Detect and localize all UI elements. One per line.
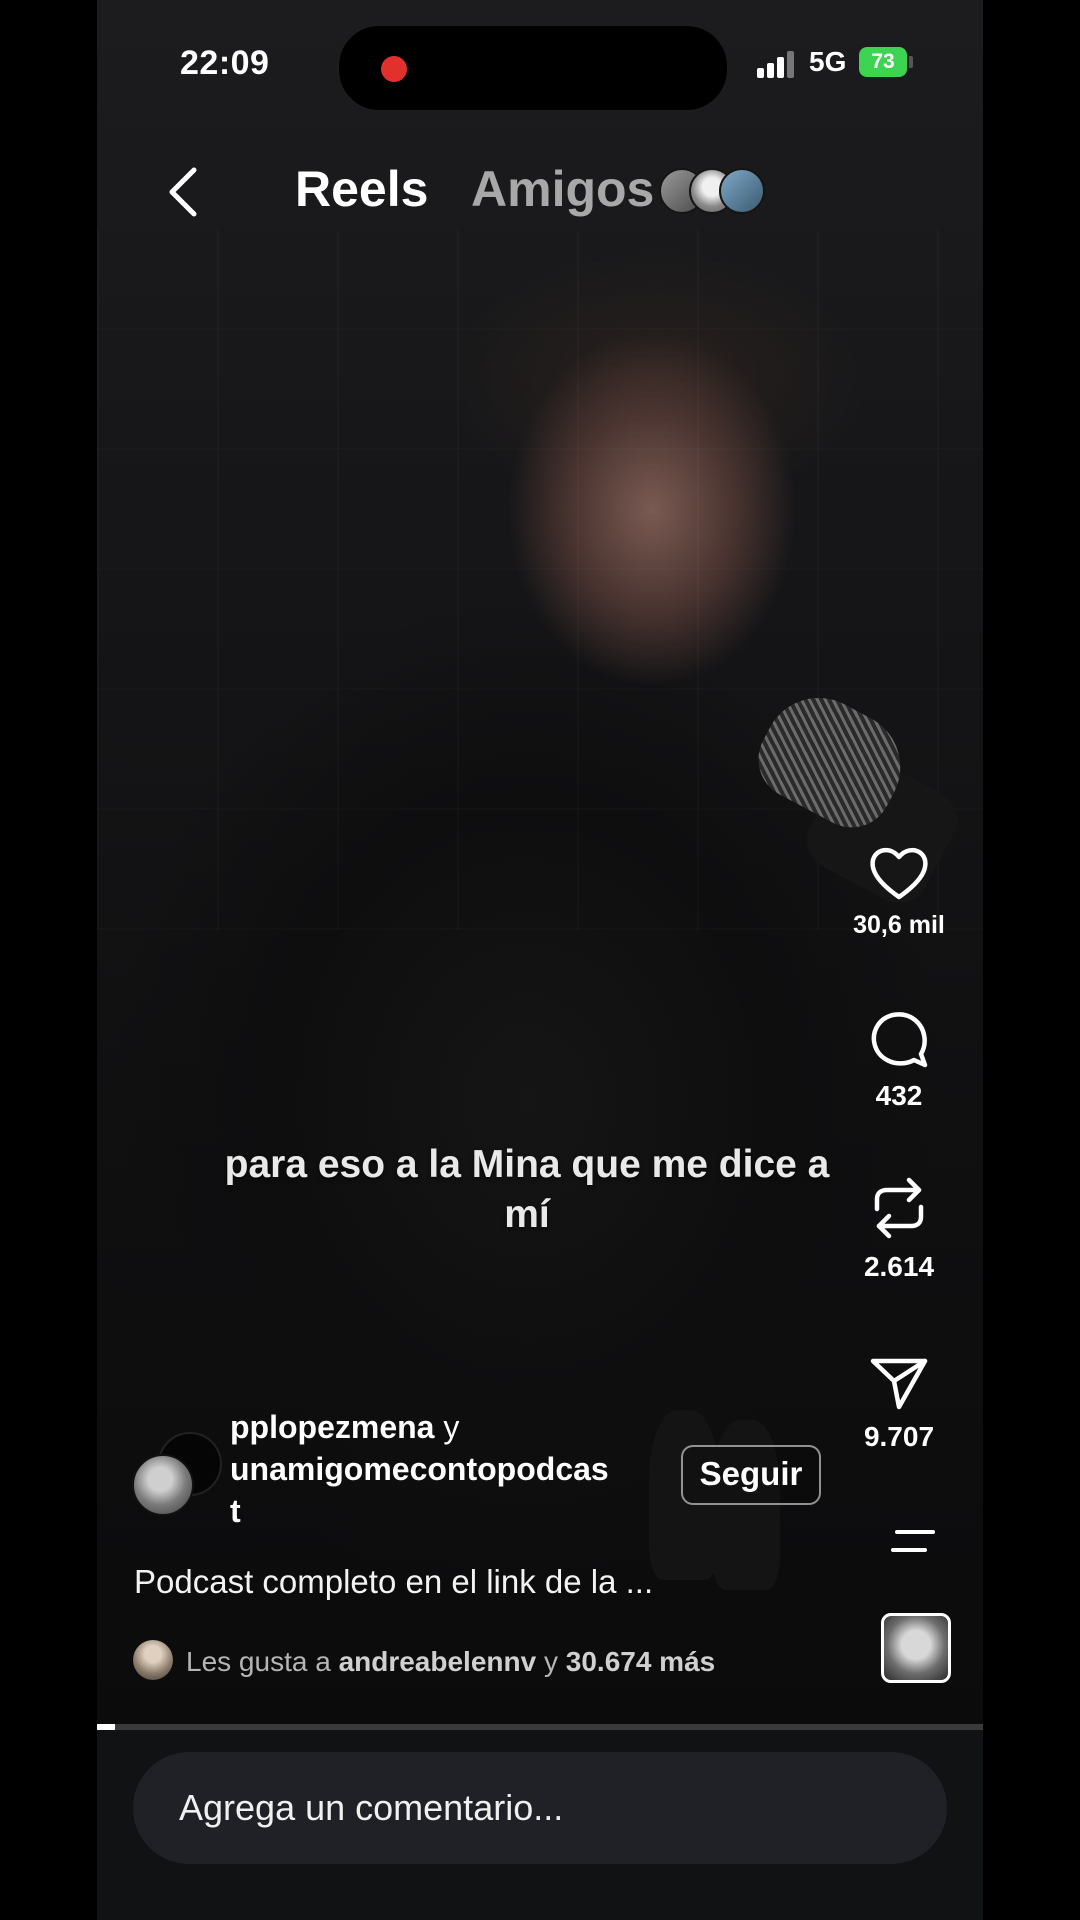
author-joiner: y: [443, 1409, 460, 1445]
like-count: 30,6 mil: [853, 911, 945, 939]
audio-track-thumbnail[interactable]: [881, 1613, 951, 1683]
comment-bubble-icon: [871, 1012, 928, 1068]
liked-by-user[interactable]: andreabelennv: [339, 1646, 537, 1677]
battery-level: 73: [871, 50, 895, 73]
post-caption[interactable]: Podcast completo en el link de la ...: [134, 1563, 653, 1601]
tab-amigos[interactable]: Amigos: [471, 160, 654, 218]
friends-avatar-stack[interactable]: [659, 168, 789, 214]
author-secondary-wrap[interactable]: t: [230, 1490, 670, 1532]
liked-by-prefix: Les gusta a: [186, 1646, 331, 1677]
status-bar: 22:09 5G 73: [97, 0, 983, 130]
heart-icon: [870, 847, 928, 900]
status-time: 22:09: [180, 44, 270, 82]
recording-indicator-icon: [381, 56, 407, 82]
battery-icon: 73: [859, 47, 907, 77]
back-chevron-icon[interactable]: [164, 166, 202, 218]
liked-by-joiner: y: [543, 1646, 558, 1677]
author-secondary[interactable]: unamigomecontopodcas: [230, 1448, 670, 1490]
video-subtitle: para eso a la Mina que me dice a mí: [224, 1143, 830, 1236]
tab-reels[interactable]: Reels: [295, 160, 428, 218]
network-type: 5G: [809, 46, 847, 77]
user-avatar: [132, 1454, 194, 1516]
repost-icon: [874, 1177, 924, 1239]
friend-avatar: [719, 168, 765, 214]
author-primary[interactable]: pplopezmena: [230, 1409, 434, 1445]
more-options-icon[interactable]: [891, 1527, 935, 1555]
battery-cap: [909, 56, 913, 68]
comment-input[interactable]: Agrega un comentario...: [133, 1752, 947, 1864]
share-button[interactable]: 9.707: [851, 1355, 947, 1453]
repost-button[interactable]: 2.614: [851, 1175, 947, 1283]
liked-by-text: Les gusta a andreabelennv y 30.674 más: [186, 1646, 715, 1678]
like-button[interactable]: 30,6 mil: [851, 845, 947, 940]
liked-by-more[interactable]: 30.674 más: [566, 1646, 715, 1677]
comment-bar: Agrega un comentario...: [97, 1730, 983, 1920]
share-count: 9.707: [863, 1421, 935, 1452]
follow-button[interactable]: Seguir: [681, 1445, 821, 1505]
comment-button[interactable]: 432: [851, 1010, 947, 1112]
dynamic-island: [337, 24, 729, 112]
send-paper-plane-icon: [870, 1358, 928, 1410]
author-names[interactable]: pplopezmena y unamigomecontopodcas t: [230, 1406, 670, 1532]
comment-count: 432: [875, 1080, 923, 1111]
author-avatars[interactable]: [132, 1432, 222, 1516]
reels-screen: 22:09 5G 73 Reels Amigos para eso a la M…: [97, 0, 983, 1920]
cellular-signal-icon: [757, 48, 807, 78]
liker-avatar: [133, 1640, 173, 1680]
repost-count: 2.614: [863, 1251, 935, 1282]
